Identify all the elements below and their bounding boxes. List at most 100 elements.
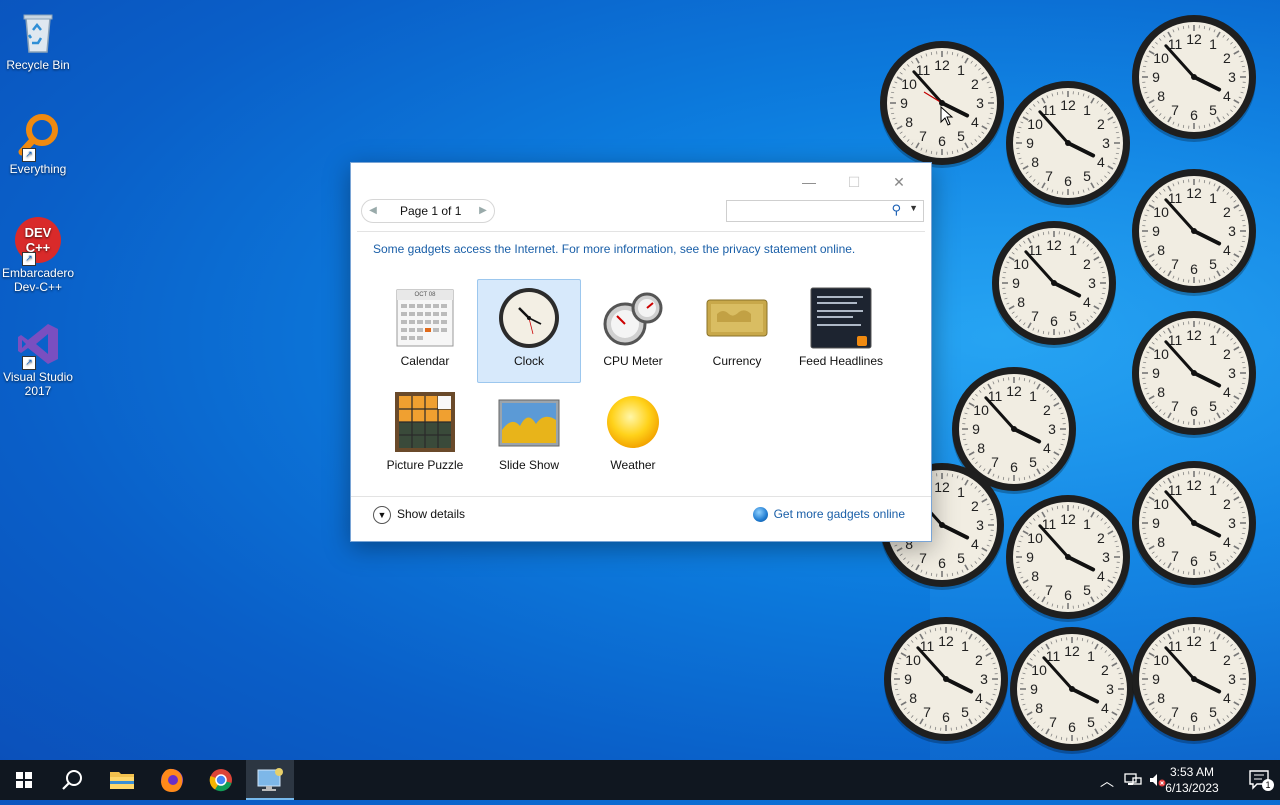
gadget-label: Clock [478, 354, 580, 368]
page-label: Page 1 of 1 [400, 204, 461, 218]
gadget-clock[interactable]: Clock [477, 279, 581, 383]
svg-text:10: 10 [1013, 256, 1029, 272]
svg-text:1: 1 [1209, 638, 1217, 654]
svg-text:5: 5 [1209, 256, 1217, 272]
svg-text:9: 9 [1026, 135, 1034, 151]
svg-text:1: 1 [957, 62, 965, 78]
gadget-slide-show[interactable]: Slide Show [477, 383, 581, 487]
gadget-label: Picture Puzzle [374, 458, 476, 472]
svg-text:12: 12 [1006, 383, 1022, 399]
svg-text:10: 10 [1027, 116, 1043, 132]
gadget-feed-headlines[interactable]: Feed Headlines [789, 279, 893, 383]
svg-text:9: 9 [904, 671, 912, 687]
gadget-currency[interactable]: Currency [685, 279, 789, 383]
calendar-month-text: OCT 08 [393, 292, 457, 298]
svg-text:12: 12 [934, 57, 950, 73]
svg-text:2: 2 [1097, 530, 1105, 546]
svg-text:9: 9 [972, 421, 980, 437]
dropdown-arrow-icon[interactable]: ▼ [909, 203, 918, 213]
gadget-weather[interactable]: Weather [581, 383, 685, 487]
svg-text:3: 3 [976, 95, 984, 111]
desktop-clock-gadget[interactable]: 121234567891011 [1008, 626, 1136, 754]
close-button[interactable]: ✕ [879, 169, 919, 195]
gadget-picture-puzzle[interactable]: Picture Puzzle [373, 383, 477, 487]
svg-text:6: 6 [938, 555, 946, 571]
gadget-label: Feed Headlines [790, 354, 892, 368]
gadget-cpu-meter[interactable]: CPU Meter [581, 279, 685, 383]
desktop-clock-gadget[interactable]: 121234567891011 [1130, 168, 1258, 296]
svg-text:7: 7 [919, 550, 927, 566]
desktop-clock-gadget[interactable]: 121234567891011 [1004, 80, 1132, 208]
svg-text:12: 12 [1060, 97, 1076, 113]
shortcut-arrow-icon: ↗ [22, 148, 36, 162]
gadgets-app-icon [246, 760, 294, 798]
search-button[interactable] [48, 760, 96, 800]
svg-text:7: 7 [1171, 398, 1179, 414]
desktop-clock-gadget[interactable]: 121234567891011 [990, 220, 1118, 348]
svg-text:10: 10 [973, 402, 989, 418]
svg-text:6: 6 [1190, 553, 1198, 569]
network-icon[interactable] [1124, 772, 1142, 788]
svg-text:5: 5 [1083, 582, 1091, 598]
desktop-clock-gadget[interactable]: 121234567891011 [882, 616, 1010, 744]
maximize-button[interactable]: ☐ [834, 169, 874, 195]
taskbar-file-explorer[interactable] [98, 760, 146, 800]
privacy-notice-link[interactable]: Some gadgets access the Internet. For mo… [373, 242, 855, 256]
svg-text:5: 5 [1069, 308, 1077, 324]
taskbar-chrome[interactable] [197, 760, 245, 800]
taskbar-gadgets[interactable] [246, 760, 294, 800]
svg-text:5: 5 [1209, 398, 1217, 414]
taskbar-date: 6/13/2023 [1150, 780, 1234, 796]
svg-text:12: 12 [1186, 477, 1202, 493]
desktop-icon-recycle-bin[interactable]: Recycle Bin [2, 8, 74, 72]
minimize-button[interactable]: — [789, 169, 829, 195]
desktop-clock-gadget[interactable]: 121234567891011 [1130, 616, 1258, 744]
desktop-clock-gadget[interactable]: 121234567891011 [1130, 310, 1258, 438]
svg-text:10: 10 [901, 76, 917, 92]
show-hidden-icons-chevron-icon[interactable]: ︿ [1100, 771, 1114, 791]
svg-text:9: 9 [1012, 275, 1020, 291]
svg-text:9: 9 [1030, 681, 1038, 697]
action-center-button[interactable]: 1 [1248, 769, 1272, 791]
svg-text:7: 7 [1171, 102, 1179, 118]
picture-puzzle-icon [393, 390, 457, 454]
mouse-cursor [940, 106, 954, 131]
desktop-clock-gadget[interactable]: 121234567891011 [1130, 460, 1258, 588]
svg-text:1: 1 [1209, 482, 1217, 498]
svg-text:6: 6 [942, 709, 950, 725]
desktop-icon-dev-cpp[interactable]: DEV C++ ↗ Embarcadero Dev-C++ [2, 216, 74, 294]
svg-text:5: 5 [1029, 454, 1037, 470]
desktop-clock-gadget[interactable]: 121234567891011 [1130, 14, 1258, 142]
svg-text:5: 5 [957, 128, 965, 144]
svg-text:2: 2 [1083, 256, 1091, 272]
svg-text:4: 4 [1101, 700, 1109, 716]
previous-page-icon[interactable]: ◀ [366, 203, 380, 219]
desktop-clock-gadget[interactable]: 121234567891011 [1004, 494, 1132, 622]
svg-text:9: 9 [900, 95, 908, 111]
svg-text:2: 2 [1101, 662, 1109, 678]
svg-text:1: 1 [1209, 190, 1217, 206]
gadget-label: Slide Show [478, 458, 580, 472]
shortcut-arrow-icon: ↗ [22, 356, 36, 370]
taskbar-clock[interactable]: 3:53 AM 6/13/2023 [1150, 764, 1234, 796]
svg-text:8: 8 [1157, 534, 1165, 550]
svg-text:12: 12 [1064, 643, 1080, 659]
desktop-icon-visual-studio[interactable]: ↗ Visual Studio 2017 [2, 320, 74, 398]
folder-icon [98, 760, 146, 800]
search-icon[interactable]: ⚲ [891, 202, 901, 218]
search-icon [48, 760, 96, 800]
desktop-clock-gadget[interactable]: 121234567891011 [878, 40, 1006, 168]
taskbar-firefox[interactable] [148, 760, 196, 800]
page-navigator: ◀ Page 1 of 1 ▶ [361, 199, 495, 223]
svg-text:1: 1 [961, 638, 969, 654]
show-details-button[interactable]: ▼Show details [373, 506, 465, 524]
start-button[interactable] [0, 760, 48, 800]
next-page-icon[interactable]: ▶ [476, 203, 490, 219]
svg-text:7: 7 [1045, 582, 1053, 598]
gadget-calendar[interactable]: OCT 08 Calendar [373, 279, 477, 383]
gadget-search-input[interactable]: ⚲ ▼ [726, 200, 924, 222]
svg-text:8: 8 [1017, 294, 1025, 310]
desktop-icon-everything[interactable]: ↗ Everything [2, 112, 74, 176]
get-more-gadgets-link[interactable]: Get more gadgets online [753, 507, 905, 522]
gadget-label: CPU Meter [582, 354, 684, 368]
